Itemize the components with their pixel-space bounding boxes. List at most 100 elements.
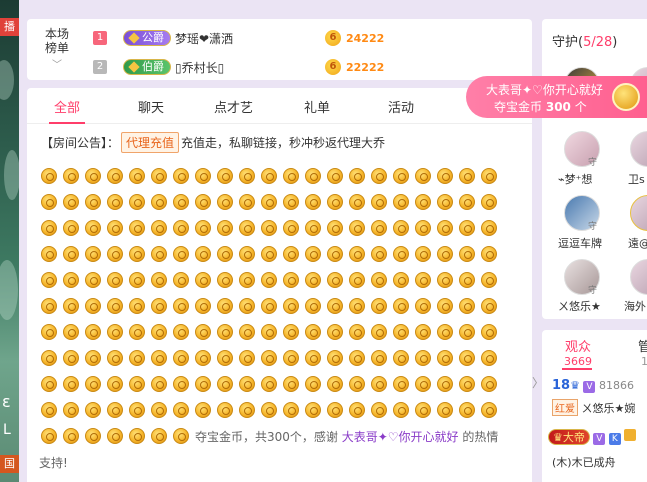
gold-coin-icon bbox=[371, 376, 387, 392]
gold-coin-icon bbox=[195, 272, 211, 288]
gold-coin-icon bbox=[129, 376, 145, 392]
gold-coin-icon bbox=[217, 194, 233, 210]
gold-coin-icon bbox=[305, 272, 321, 288]
list-item[interactable]: ♛大帝 V K bbox=[548, 429, 637, 445]
gold-coin-icon bbox=[349, 324, 365, 340]
gold-coin-icon bbox=[85, 168, 101, 184]
fan-tag: 红爱 bbox=[552, 399, 578, 416]
gold-coin-icon bbox=[393, 220, 409, 236]
gold-coin-icon bbox=[415, 220, 431, 236]
gold-coin-icon bbox=[195, 246, 211, 262]
gold-coin-icon bbox=[129, 246, 145, 262]
active-tab-indicator bbox=[49, 122, 85, 124]
gold-coin-icon bbox=[173, 272, 189, 288]
gold-coin-icon bbox=[151, 220, 167, 236]
tab-chat[interactable]: 聊天 bbox=[138, 97, 164, 116]
coin-icon: 6 bbox=[325, 30, 341, 46]
gold-coin-icon bbox=[283, 168, 299, 184]
gold-coin-icon bbox=[217, 376, 233, 392]
gold-coin-icon bbox=[283, 246, 299, 262]
gold-coin-icon bbox=[239, 246, 255, 262]
treasure-promo-banner[interactable]: 大表哥✦♡你开心就好 夺宝金币 300 个 bbox=[466, 76, 647, 118]
avatar[interactable] bbox=[630, 131, 647, 167]
guard-member-name[interactable]: ⌁梦⁺想 bbox=[558, 171, 592, 187]
guard-member-name[interactable]: 逗逗车牌 bbox=[558, 235, 602, 251]
gift-sender-name[interactable]: 大表哥✦♡你开心就好 bbox=[342, 430, 459, 444]
leaderboard-label-line1: 本场 bbox=[44, 27, 69, 41]
gold-coin-icon bbox=[371, 246, 387, 262]
audience-panel: 观众 3669 管 1 18♛ V 81866 红爱 ㄨ悠乐★婉 ♛大帝 V K… bbox=[542, 330, 647, 482]
gold-coin-icon bbox=[129, 428, 145, 444]
tab-events[interactable]: 活动 bbox=[388, 97, 414, 116]
avatar[interactable] bbox=[630, 195, 647, 231]
chevron-down-icon[interactable]: ﹀ bbox=[39, 59, 75, 73]
guard-member-name[interactable]: 海外 bbox=[624, 298, 646, 314]
gold-coin-icon bbox=[349, 272, 365, 288]
gold-coin-icon bbox=[481, 298, 497, 314]
tab-admins[interactable]: 管 1 bbox=[638, 336, 647, 368]
coin-icon: 6 bbox=[325, 59, 341, 75]
gold-coin-icon bbox=[217, 350, 233, 366]
session-leaderboard: 本场 榜单 ﹀ 1 公爵 梦瑶❤潇洒 6 24222 2 伯爵 ▯乔村长▯ 6 … bbox=[27, 19, 532, 80]
gold-coin-icon bbox=[195, 168, 211, 184]
promo-amount: 300 bbox=[545, 100, 571, 114]
gold-coin-icon bbox=[481, 402, 497, 418]
gold-coin-icon bbox=[349, 168, 365, 184]
noble-title: 公爵 bbox=[142, 31, 164, 44]
gold-coin-icon bbox=[327, 350, 343, 366]
list-item[interactable]: 红爱 ㄨ悠乐★婉 bbox=[552, 399, 635, 416]
promo-user-name: 大表哥✦♡你开心就好 bbox=[486, 83, 603, 97]
gold-coin-icon bbox=[41, 376, 57, 392]
gold-coin-icon bbox=[173, 298, 189, 314]
gold-coin-icon bbox=[305, 376, 321, 392]
gold-coin-icon bbox=[63, 220, 79, 236]
crown-icon: ♛ bbox=[570, 379, 580, 392]
gold-coin-icon bbox=[393, 272, 409, 288]
gold-coin-icon bbox=[217, 324, 233, 340]
leaderboard-row[interactable]: 2 伯爵 ▯乔村长▯ 6 22222 bbox=[93, 56, 523, 78]
avatar[interactable] bbox=[630, 259, 647, 295]
tab-gift-list[interactable]: 礼单 bbox=[304, 97, 330, 116]
gold-coin-icon bbox=[217, 272, 233, 288]
gold-coin-icon bbox=[261, 246, 277, 262]
gold-coin-icon bbox=[173, 246, 189, 262]
guard-member-name[interactable]: 遠@ bbox=[628, 235, 647, 251]
gem-icon bbox=[128, 61, 140, 73]
gold-coin-icon bbox=[151, 194, 167, 210]
gold-coin-icon bbox=[261, 350, 277, 366]
gold-coin-icon bbox=[85, 220, 101, 236]
gold-coin-icon bbox=[415, 194, 431, 210]
leaderboard-toggle[interactable]: 本场 榜单 ﹀ bbox=[39, 27, 75, 73]
guard-member-name[interactable]: 卫s bbox=[628, 171, 645, 187]
gold-coin-icon bbox=[41, 194, 57, 210]
gold-coin-icon bbox=[151, 168, 167, 184]
guard-count: 5/28 bbox=[583, 35, 613, 50]
user-name[interactable]: 梦瑶❤潇洒 bbox=[175, 30, 325, 47]
gold-coin-icon bbox=[459, 220, 475, 236]
tab-audience[interactable]: 观众 3669 bbox=[564, 336, 592, 368]
agent-recharge-button[interactable]: 代理充值 bbox=[121, 132, 180, 153]
user-name[interactable]: (木)木已成舟 bbox=[552, 454, 616, 470]
gold-coin-icon bbox=[371, 272, 387, 288]
gold-coin-icon bbox=[107, 428, 123, 444]
rank-number: 2 bbox=[93, 60, 107, 74]
list-item[interactable]: 18♛ V 81866 bbox=[552, 378, 634, 393]
guard-badge-icon: 守 bbox=[588, 158, 598, 168]
gold-coin-icon bbox=[195, 194, 211, 210]
guard-member-name[interactable]: ㄨ悠乐★ bbox=[558, 298, 601, 314]
gold-coin-icon bbox=[107, 298, 123, 314]
gift-badge-icon bbox=[624, 429, 637, 441]
gift-thanks-message: 夺宝金币，共300个，感谢 大表哥✦♡你开心就好 的热情 bbox=[195, 428, 498, 445]
tab-talent-request[interactable]: 点才艺 bbox=[214, 97, 253, 116]
gold-coin-icon bbox=[85, 298, 101, 314]
gold-coin-icon bbox=[151, 376, 167, 392]
guard-panel: 守护(5/28) 守 ⌁梦⁺想 卫s 守 逗逗车牌 遠@ 守 ㄨ悠乐★ 海外 bbox=[542, 19, 647, 319]
user-name[interactable]: ▯乔村长▯ bbox=[175, 59, 325, 76]
gold-coin-icon bbox=[283, 376, 299, 392]
video-preview-strip[interactable]: 播 ε ᒪ 国 bbox=[0, 0, 19, 482]
tab-all[interactable]: 全部 bbox=[54, 97, 80, 116]
gold-coin-icon bbox=[415, 272, 431, 288]
gold-coin-icon bbox=[371, 402, 387, 418]
leaderboard-row[interactable]: 1 公爵 梦瑶❤潇洒 6 24222 bbox=[93, 27, 523, 49]
gold-coin-icon bbox=[63, 428, 79, 444]
